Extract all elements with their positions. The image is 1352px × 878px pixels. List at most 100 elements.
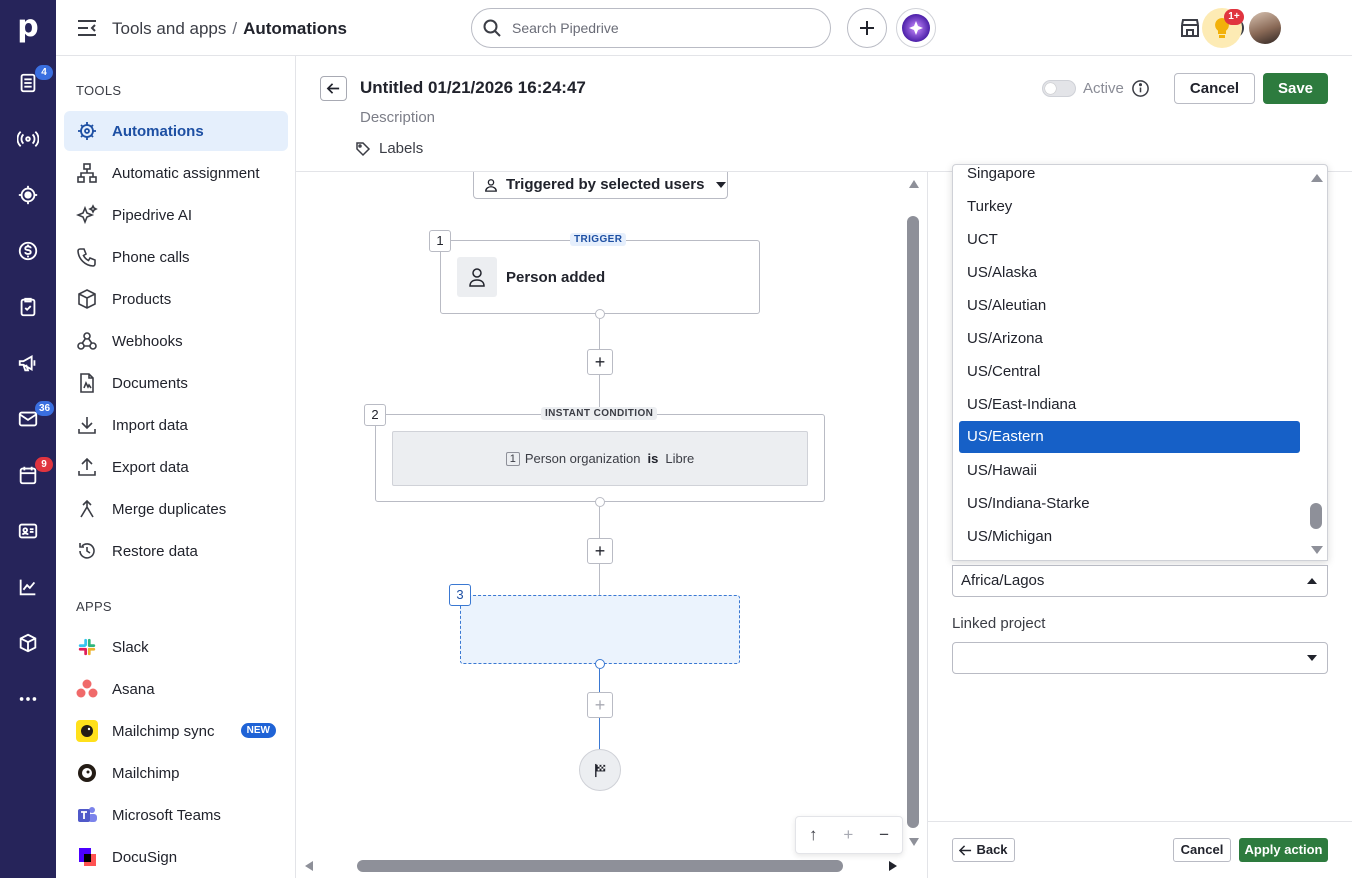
sidebar-item-automatic-assignment[interactable]: Automatic assignment [64,153,288,193]
timezone-option[interactable]: Turkey [959,191,1300,223]
more-icon[interactable] [0,679,56,719]
collapse-menu-icon[interactable] [76,18,98,38]
add-step-button[interactable]: + [587,349,613,375]
document-icon [76,372,98,394]
left-rail: p 4 36 9 [0,0,56,878]
automation-title[interactable]: Untitled 01/21/2026 16:24:47 [360,78,586,98]
zoom-out-button[interactable]: − [879,825,889,845]
labels-button[interactable]: Labels [355,140,423,157]
sidebar-item-phone-calls[interactable]: Phone calls [64,237,288,277]
sidebar-item-microsoft-teams[interactable]: Microsoft Teams [64,795,288,835]
connector-dot [595,659,605,669]
condition-rule[interactable]: 1 Person organization is Libre [392,431,808,486]
sidebar-item-pipedrive-ai[interactable]: Pipedrive AI [64,195,288,235]
timezone-option[interactable]: US/Indiana-Starke [959,488,1300,520]
tasks-icon[interactable] [0,287,56,327]
tools-heading: TOOLS [76,83,122,98]
timezone-option-highlighted[interactable]: US/Eastern [959,421,1300,453]
sidebar-item-docusign[interactable]: DocuSign [64,837,288,877]
sidebar-item-label: Restore data [112,542,198,560]
slack-icon [76,636,98,658]
marketplace-icon[interactable] [1178,16,1202,40]
back-arrow-button[interactable] [320,76,347,101]
search-input[interactable]: Search Pipedrive [471,8,831,48]
scroll-right-arrow-icon[interactable] [887,860,899,872]
scroll-left-arrow-icon[interactable] [303,860,315,872]
timezone-option[interactable]: US/Michigan [959,521,1300,553]
megaphone-icon[interactable] [0,343,56,383]
caret-up-icon [1307,578,1317,584]
avatar[interactable] [1249,12,1281,44]
cancel-button[interactable]: Cancel [1174,73,1255,104]
sidebar-item-webhooks[interactable]: Webhooks [64,321,288,361]
back-button[interactable]: Back [952,838,1015,862]
mail-icon[interactable]: 36 [0,399,56,439]
sidebar-item-mailchimp-sync[interactable]: Mailchimp sync NEW [64,711,288,751]
quick-add-button[interactable] [847,8,887,48]
trigger-node[interactable]: Person added [440,240,760,314]
sidebar-item-mailchimp[interactable]: Mailchimp [64,753,288,793]
sidebar-item-products[interactable]: Products [64,279,288,319]
dollar-icon[interactable] [0,231,56,271]
timezone-option[interactable]: US/Hawaii [959,455,1300,487]
dropdown-scroll-up-icon[interactable] [1310,173,1324,183]
zoom-in-button[interactable]: + [843,825,853,845]
caret-down-icon [1307,655,1317,661]
ai-assistant-button[interactable] [896,8,936,48]
mail-badge: 36 [35,401,55,416]
panel-cancel-button[interactable]: Cancel [1173,838,1231,862]
scroll-down-arrow-icon[interactable] [908,836,920,848]
import-icon [76,414,98,436]
trigger-selector-label: Triggered by selected users [506,176,705,193]
broadcast-icon[interactable] [0,119,56,159]
info-icon[interactable] [1131,79,1150,98]
apply-action-button[interactable]: Apply action [1239,838,1328,862]
calendar-icon[interactable]: 9 [0,455,56,495]
sidebar-item-label: Asana [112,680,155,698]
sidebar-item-automations[interactable]: Automations [64,111,288,151]
timezone-option[interactable]: US/Aleutian [959,290,1300,322]
tag-icon [356,141,371,156]
vertical-scrollbar[interactable] [907,216,919,828]
workflow-canvas[interactable]: Triggered by selected users Person added… [297,172,927,878]
new-action-placeholder[interactable] [460,595,740,664]
sidebar-item-asana[interactable]: Asana [64,669,288,709]
timezone-select[interactable]: Africa/Lagos [952,565,1328,597]
save-button[interactable]: Save [1263,73,1328,104]
sidebar-item-import-data[interactable]: Import data [64,405,288,445]
condition-node[interactable]: 1 Person organization is Libre [375,414,825,502]
sidebar-item-documents[interactable]: Documents [64,363,288,403]
timezone-option[interactable]: US/Central [959,356,1300,388]
timezone-option[interactable]: US/East-Indiana [959,389,1300,421]
scroll-up-arrow-icon[interactable] [908,178,920,190]
sidebar-item-slack[interactable]: Slack [64,627,288,667]
timezone-dropdown-list[interactable]: Singapore Turkey UCT US/Alaska US/Aleuti… [952,164,1328,561]
sidebar-item-merge-duplicates[interactable]: Merge duplicates [64,489,288,529]
connector-dot [595,309,605,319]
target-icon[interactable] [0,175,56,215]
horizontal-scrollbar[interactable] [357,860,843,872]
sidebar-item-restore-data[interactable]: Restore data [64,531,288,571]
linked-project-select[interactable] [952,642,1328,674]
timezone-option[interactable]: US/Alaska [959,257,1300,289]
timezone-option[interactable]: Singapore [959,165,1300,190]
timezone-option[interactable]: UCT [959,224,1300,256]
dropdown-scrollbar[interactable] [1310,503,1322,529]
caret-down-icon [716,181,727,188]
add-step-button[interactable]: + [587,692,613,718]
sidebar-item-export-data[interactable]: Export data [64,447,288,487]
add-step-button[interactable]: + [587,538,613,564]
scroll-to-top-button[interactable]: ↑ [809,825,818,845]
trigger-selector[interactable]: Triggered by selected users [473,172,728,199]
deals-icon[interactable]: 4 [0,63,56,103]
contacts-icon[interactable] [0,511,56,551]
breadcrumb-parent[interactable]: Tools and apps [112,19,226,38]
description-field[interactable]: Description [360,109,435,126]
insights-icon[interactable] [0,567,56,607]
active-toggle[interactable] [1042,80,1076,97]
pipedrive-logo[interactable]: p [14,12,42,42]
products-icon[interactable] [0,623,56,663]
dropdown-scroll-down-icon[interactable] [1310,545,1324,555]
export-icon [76,456,98,478]
timezone-option[interactable]: US/Arizona [959,323,1300,355]
